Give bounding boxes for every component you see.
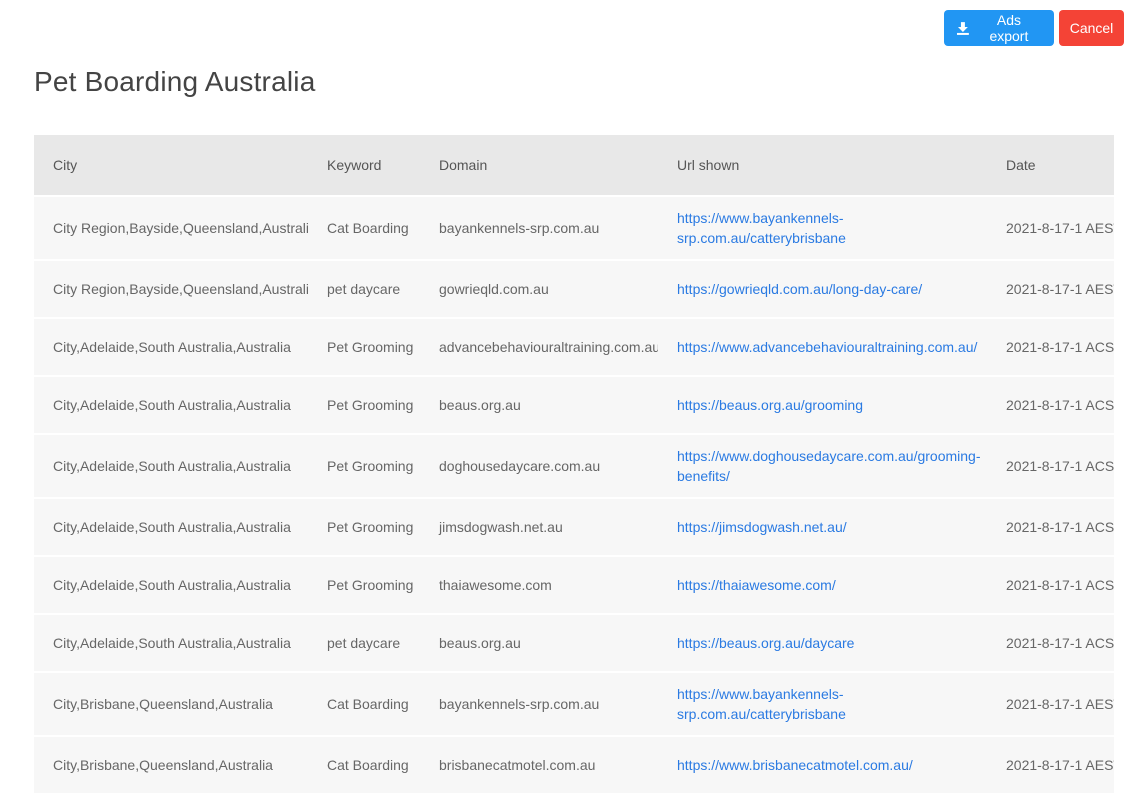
download-icon xyxy=(956,22,969,35)
url-link[interactable]: https://www.advancebehaviouraltraining.c… xyxy=(658,319,987,375)
table-row: City,Brisbane,Queensland,Australia Cat B… xyxy=(34,673,1114,735)
domain-cell: advancebehaviouraltraining.com.au xyxy=(420,319,658,375)
table-row: City,Adelaide,South Australia,Australia … xyxy=(34,499,1114,555)
keyword-cell: Pet Grooming xyxy=(308,319,420,375)
url-link[interactable]: https://www.bayankennels-srp.com.au/catt… xyxy=(658,673,987,735)
keyword-cell: Pet Grooming xyxy=(308,557,420,613)
city-cell: City,Adelaide,South Australia,Australia xyxy=(34,377,308,433)
url-link[interactable]: https://gowrieqld.com.au/long-day-care/ xyxy=(658,261,987,317)
table-row: City,Adelaide,South Australia,Australia … xyxy=(34,319,1114,375)
cancel-button[interactable]: Cancel xyxy=(1059,10,1124,46)
date-cell: 2021-8-17-1 ACST xyxy=(987,319,1114,375)
cancel-label: Cancel xyxy=(1069,20,1114,36)
keyword-cell: pet daycare xyxy=(308,615,420,671)
city-cell: City,Adelaide,South Australia,Australia xyxy=(34,499,308,555)
date-cell: 2021-8-17-1 ACST xyxy=(987,615,1114,671)
table-row: City,Adelaide,South Australia,Australia … xyxy=(34,557,1114,613)
keyword-cell: Cat Boarding xyxy=(308,737,420,793)
keyword-cell: Pet Grooming xyxy=(308,377,420,433)
keyword-cell: Cat Boarding xyxy=(308,673,420,735)
domain-cell: bayankennels-srp.com.au xyxy=(420,197,658,259)
column-header-domain[interactable]: Domain xyxy=(420,135,658,195)
domain-cell: thaiawesome.com xyxy=(420,557,658,613)
city-cell: City Region,Bayside,Queensland,Australia xyxy=(34,261,308,317)
domain-cell: bayankennels-srp.com.au xyxy=(420,673,658,735)
keyword-cell: Pet Grooming xyxy=(308,499,420,555)
city-cell: City Region,Bayside,Queensland,Australia xyxy=(34,197,308,259)
table-row: City Region,Bayside,Queensland,Australia… xyxy=(34,261,1114,317)
city-cell: City,Adelaide,South Australia,Australia xyxy=(34,615,308,671)
domain-cell: beaus.org.au xyxy=(420,377,658,433)
url-link[interactable]: https://beaus.org.au/grooming xyxy=(658,377,987,433)
table-row: City Region,Bayside,Queensland,Australia… xyxy=(34,197,1114,259)
table-row: City,Adelaide,South Australia,Australia … xyxy=(34,435,1114,497)
date-cell: 2021-8-17-1 ACST xyxy=(987,557,1114,613)
table-row: City,Brisbane,Queensland,Australia Cat B… xyxy=(34,737,1114,793)
toolbar: Ads export Cancel xyxy=(944,10,1124,46)
date-cell: 2021-8-17-1 AEST xyxy=(987,261,1114,317)
domain-cell: doghousedaycare.com.au xyxy=(420,435,658,497)
results-table-container: City Keyword Domain Url shown Date City … xyxy=(34,135,1114,793)
column-header-url-shown[interactable]: Url shown xyxy=(658,135,987,195)
city-cell: City,Adelaide,South Australia,Australia xyxy=(34,435,308,497)
column-header-date[interactable]: Date xyxy=(987,135,1114,195)
column-header-keyword[interactable]: Keyword xyxy=(308,135,420,195)
date-cell: 2021-8-17-1 AEST xyxy=(987,197,1114,259)
url-link[interactable]: https://jimsdogwash.net.au/ xyxy=(658,499,987,555)
domain-cell: beaus.org.au xyxy=(420,615,658,671)
date-cell: 2021-8-17-1 ACST xyxy=(987,435,1114,497)
date-cell: 2021-8-17-1 AEST xyxy=(987,737,1114,793)
url-link[interactable]: https://www.brisbanecatmotel.com.au/ xyxy=(658,737,987,793)
domain-cell: jimsdogwash.net.au xyxy=(420,499,658,555)
city-cell: City,Brisbane,Queensland,Australia xyxy=(34,737,308,793)
table-header-row: City Keyword Domain Url shown Date xyxy=(34,135,1114,195)
table-row: City,Adelaide,South Australia,Australia … xyxy=(34,377,1114,433)
url-link[interactable]: https://beaus.org.au/daycare xyxy=(658,615,987,671)
ads-export-button[interactable]: Ads export xyxy=(944,10,1054,46)
date-cell: 2021-8-17-1 AEST xyxy=(987,673,1114,735)
domain-cell: gowrieqld.com.au xyxy=(420,261,658,317)
url-link[interactable]: https://www.doghousedaycare.com.au/groom… xyxy=(658,435,987,497)
table-row: City,Adelaide,South Australia,Australia … xyxy=(34,615,1114,671)
city-cell: City,Adelaide,South Australia,Australia xyxy=(34,319,308,375)
domain-cell: brisbanecatmotel.com.au xyxy=(420,737,658,793)
date-cell: 2021-8-17-1 ACST xyxy=(987,377,1114,433)
ads-export-label: Ads export xyxy=(989,12,1029,44)
url-link[interactable]: https://www.bayankennels-srp.com.au/catt… xyxy=(658,197,987,259)
city-cell: City,Adelaide,South Australia,Australia xyxy=(34,557,308,613)
date-cell: 2021-8-17-1 ACST xyxy=(987,499,1114,555)
url-link[interactable]: https://thaiawesome.com/ xyxy=(658,557,987,613)
city-cell: City,Brisbane,Queensland,Australia xyxy=(34,673,308,735)
keyword-cell: Cat Boarding xyxy=(308,197,420,259)
results-table: City Keyword Domain Url shown Date City … xyxy=(34,135,1114,793)
page-title: Pet Boarding Australia xyxy=(34,66,316,97)
column-header-city[interactable]: City xyxy=(34,135,308,195)
keyword-cell: Pet Grooming xyxy=(308,435,420,497)
keyword-cell: pet daycare xyxy=(308,261,420,317)
